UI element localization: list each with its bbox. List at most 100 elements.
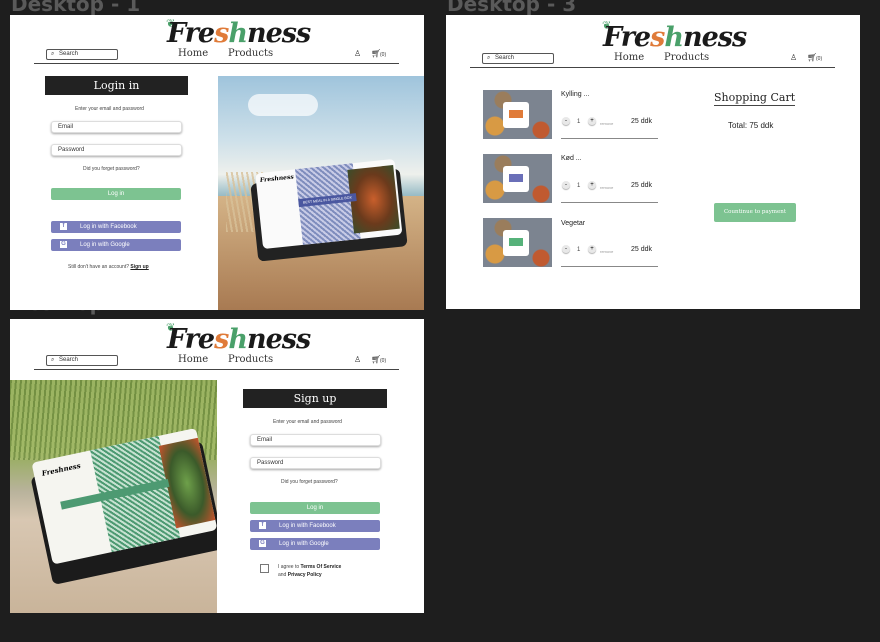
signup-link[interactable]: Sign up: [130, 264, 148, 270]
cart-item-price: 25 ddk: [631, 118, 653, 125]
nav-home[interactable]: Home: [178, 48, 208, 59]
user-icon[interactable]: ♙: [790, 53, 797, 62]
user-icon[interactable]: ♙: [354, 355, 361, 364]
password-field[interactable]: Password: [250, 457, 381, 469]
facebook-icon: f: [60, 223, 67, 230]
search-input[interactable]: ⌕ Search: [46, 355, 118, 366]
search-input[interactable]: ⌕ Search: [46, 49, 118, 60]
cart-item-price: 25 ddk: [631, 246, 653, 253]
logo[interactable]: Freshness: [167, 18, 311, 49]
facebook-login-button[interactable]: f Log in with Facebook: [51, 221, 181, 233]
login-hero-photo: Freshness BEST MEAL IN A SINGLE BOX: [218, 76, 424, 310]
cart-item-divider: [561, 266, 658, 267]
search-icon: ⌕: [487, 55, 491, 61]
frame-title-desktop-1: Desktop - 1: [11, 0, 141, 16]
google-login-button[interactable]: G Log in with Google: [250, 538, 380, 550]
remove-item-link[interactable]: remove: [600, 121, 613, 126]
mini-box: [503, 166, 529, 192]
decrease-quantity-button[interactable]: -: [562, 245, 570, 253]
cart-item-quantity[interactable]: 1: [577, 119, 580, 125]
cart-item-divider: [561, 138, 658, 139]
signup-frame: ❦ Freshness ⌕ Search Home Products ♙ 🛒︎ …: [10, 319, 424, 613]
nav-home[interactable]: Home: [178, 354, 208, 365]
increase-quantity-button[interactable]: +: [588, 245, 596, 253]
facebook-login-label: Log in with Facebook: [80, 224, 137, 230]
search-icon: ⌕: [51, 357, 55, 363]
facebook-login-label: Log in with Facebook: [279, 523, 336, 529]
terms-text: I agree to Terms Of Service and Privacy …: [278, 564, 342, 578]
cart-count: (0): [816, 56, 823, 62]
continue-to-payment-button[interactable]: Countinue to payment: [714, 203, 796, 222]
cart-item-name: Kylling ...: [561, 91, 590, 98]
nav-products[interactable]: Products: [228, 354, 273, 365]
google-icon: G: [60, 241, 67, 248]
box-sleeve: Freshness BEST MEAL IN A SINGLE BOX: [255, 158, 403, 250]
google-login-button[interactable]: G Log in with Google: [51, 239, 181, 251]
increase-quantity-button[interactable]: +: [588, 181, 596, 189]
google-icon: G: [259, 540, 266, 547]
cart-count: (0): [380, 52, 387, 58]
header-divider: [34, 63, 399, 64]
login-frame: ❦ Freshness ⌕ Search Home Products ♙ 🛒︎ …: [10, 15, 424, 310]
login-button[interactable]: Log in: [250, 502, 380, 514]
mini-box-label: [509, 238, 523, 246]
cart-item-divider: [561, 202, 658, 203]
frame-title-desktop-3: Desktop - 3: [447, 0, 577, 16]
mini-box-label: [509, 110, 523, 118]
terms-link[interactable]: Terms Of Service: [301, 564, 342, 570]
cart-item-quantity[interactable]: 1: [577, 247, 580, 253]
mini-box: [503, 102, 529, 128]
cart-item-thumbnail: [483, 90, 552, 139]
forgot-password-link[interactable]: Did you forget password?: [83, 166, 140, 172]
user-icon[interactable]: ♙: [354, 49, 361, 58]
nav-products[interactable]: Products: [228, 48, 273, 59]
privacy-link[interactable]: Privacy Policy: [288, 572, 322, 578]
cart-item-price: 25 ddk: [631, 182, 653, 189]
header-divider: [34, 369, 399, 370]
cart-item-name: Kød ...: [561, 155, 582, 162]
header-divider: [470, 67, 835, 68]
terms-checkbox[interactable]: [260, 564, 269, 573]
remove-item-link[interactable]: remove: [600, 249, 613, 254]
remove-item-link[interactable]: remove: [600, 185, 613, 190]
login-subtitle: Enter your email and password: [75, 106, 144, 112]
meal-box: Freshness BEST MEAL IN A SINGLE BOX: [250, 158, 408, 262]
password-field[interactable]: Password: [51, 144, 182, 156]
box-brand: Freshness: [259, 173, 295, 185]
cart-item-thumbnail: [483, 218, 552, 267]
email-field[interactable]: Email: [51, 121, 182, 133]
google-login-label: Log in with Google: [279, 541, 329, 547]
mini-box: [503, 230, 529, 256]
cloud: [248, 94, 318, 116]
cart-total: Total: 75 ddk: [728, 121, 774, 130]
signup-subtitle: Enter your email and password: [273, 419, 342, 425]
decrease-quantity-button[interactable]: -: [562, 181, 570, 189]
cart-item-name: Vegetar: [561, 220, 586, 227]
mini-box-label: [509, 174, 523, 182]
search-input[interactable]: ⌕ Search: [482, 53, 554, 64]
cart-count: (0): [380, 358, 387, 364]
cart-item-quantity[interactable]: 1: [577, 183, 580, 189]
login-button[interactable]: Log in: [51, 188, 181, 200]
cart-item-thumbnail: [483, 154, 552, 203]
login-title: Login in: [45, 76, 188, 95]
cart-frame: ❦ Freshness ⌕ Search Home Products ♙ 🛒︎ …: [446, 15, 860, 309]
increase-quantity-button[interactable]: +: [588, 117, 596, 125]
no-account-text: Still don't have an account? Sign up: [68, 264, 149, 270]
meal-box: Freshness: [30, 427, 217, 585]
signup-title: Sign up: [243, 389, 387, 408]
facebook-login-button[interactable]: f Log in with Facebook: [250, 520, 380, 532]
nav-products[interactable]: Products: [664, 52, 709, 63]
nav-home[interactable]: Home: [614, 52, 644, 63]
forgot-password-link[interactable]: Did you forget password?: [281, 479, 338, 485]
facebook-icon: f: [259, 522, 266, 529]
google-login-label: Log in with Google: [80, 242, 130, 248]
decrease-quantity-button[interactable]: -: [562, 117, 570, 125]
logo[interactable]: Freshness: [167, 324, 311, 355]
shopping-cart-title: Shopping Cart: [714, 91, 796, 106]
box-brand: Freshness: [40, 460, 82, 478]
email-field[interactable]: Email: [250, 434, 381, 446]
signup-hero-photo: Freshness: [10, 380, 217, 613]
search-icon: ⌕: [51, 51, 55, 57]
logo[interactable]: Freshness: [603, 22, 747, 53]
